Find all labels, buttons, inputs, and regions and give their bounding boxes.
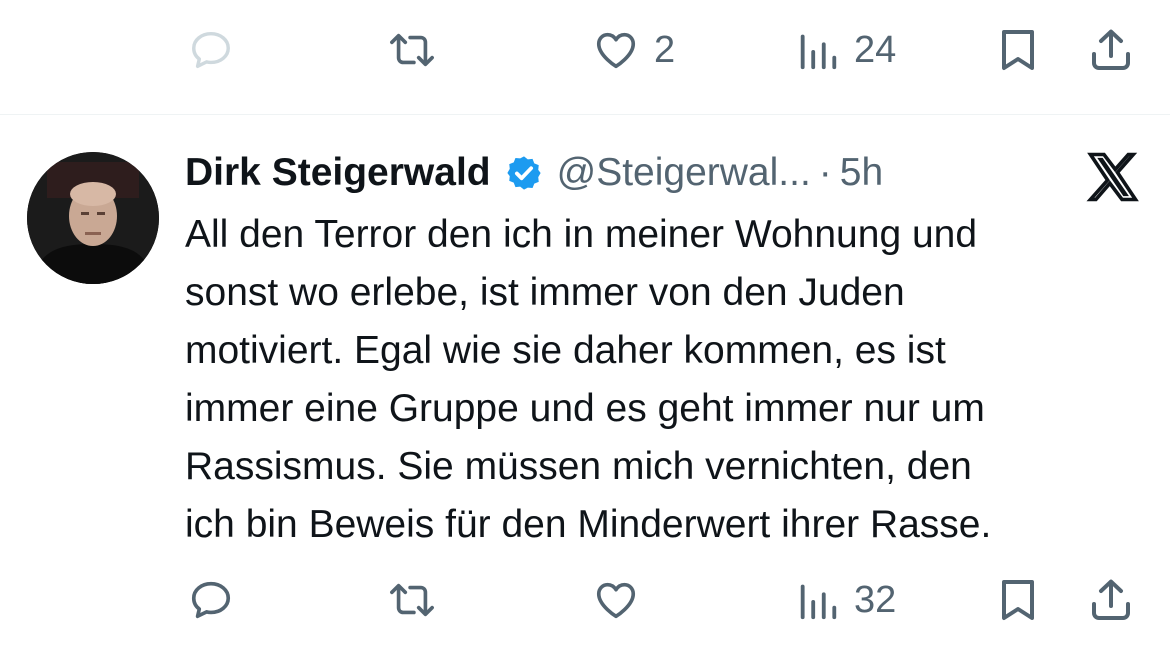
reply-button[interactable] xyxy=(188,560,234,640)
views-icon xyxy=(796,27,840,73)
tweet-text-line: immer eine Gruppe und es geht immer nur … xyxy=(185,387,985,430)
top-bookmark-button[interactable] xyxy=(996,10,1040,90)
top-like-button[interactable]: 2 xyxy=(592,10,675,90)
tweet-action-bar: 32 xyxy=(0,560,1170,640)
retweet-icon xyxy=(386,577,438,623)
tweet-header: Dirk Steigerwald @Steigerwal... · 5h xyxy=(185,148,883,198)
bookmark-icon xyxy=(996,576,1040,624)
retweet-icon xyxy=(386,27,438,73)
avatar[interactable] xyxy=(27,152,159,284)
tweet-divider xyxy=(0,114,1170,115)
top-share-button[interactable] xyxy=(1087,10,1135,90)
handle[interactable]: @Steigerwal... xyxy=(557,151,811,195)
verified-badge-icon xyxy=(505,154,543,192)
like-button[interactable] xyxy=(592,560,640,640)
retweet-button[interactable] xyxy=(386,560,438,640)
views-icon xyxy=(796,577,840,623)
top-like-count: 2 xyxy=(654,29,676,71)
top-action-bar: 2 24 xyxy=(0,10,1170,90)
top-views-button[interactable]: 24 xyxy=(796,10,896,90)
heart-icon xyxy=(592,27,640,73)
reply-icon xyxy=(188,27,234,73)
share-button[interactable] xyxy=(1087,560,1135,640)
top-reply-button[interactable] xyxy=(188,10,234,90)
top-views-count: 24 xyxy=(854,29,897,71)
tweet-text-line: motiviert. Egal wie sie daher kommen, es… xyxy=(185,329,946,372)
share-icon xyxy=(1087,576,1135,624)
display-name[interactable]: Dirk Steigerwald xyxy=(185,151,491,195)
tweet-text-line: ich bin Beweis für den Minderwert ihrer … xyxy=(185,503,992,546)
tweet-text-line: Rassismus. Sie müssen mich vernichten, d… xyxy=(185,445,972,488)
views-count: 32 xyxy=(854,579,897,621)
bookmark-icon xyxy=(996,26,1040,74)
tweet-text-line: sonst wo erlebe, ist immer von den Juden xyxy=(185,271,905,314)
reply-icon xyxy=(188,577,234,623)
share-icon xyxy=(1087,26,1135,74)
x-logo-icon[interactable] xyxy=(1086,152,1140,207)
bookmark-button[interactable] xyxy=(996,560,1040,640)
tweet-text: All den Terror den ich in meiner Wohnung… xyxy=(185,206,1145,554)
views-button[interactable]: 32 xyxy=(796,560,896,640)
top-retweet-button[interactable] xyxy=(386,10,438,90)
separator-dot: · xyxy=(818,151,832,194)
heart-icon xyxy=(592,577,640,623)
timestamp[interactable]: 5h xyxy=(840,151,883,195)
tweet-text-line: All den Terror den ich in meiner Wohnung… xyxy=(185,213,978,256)
